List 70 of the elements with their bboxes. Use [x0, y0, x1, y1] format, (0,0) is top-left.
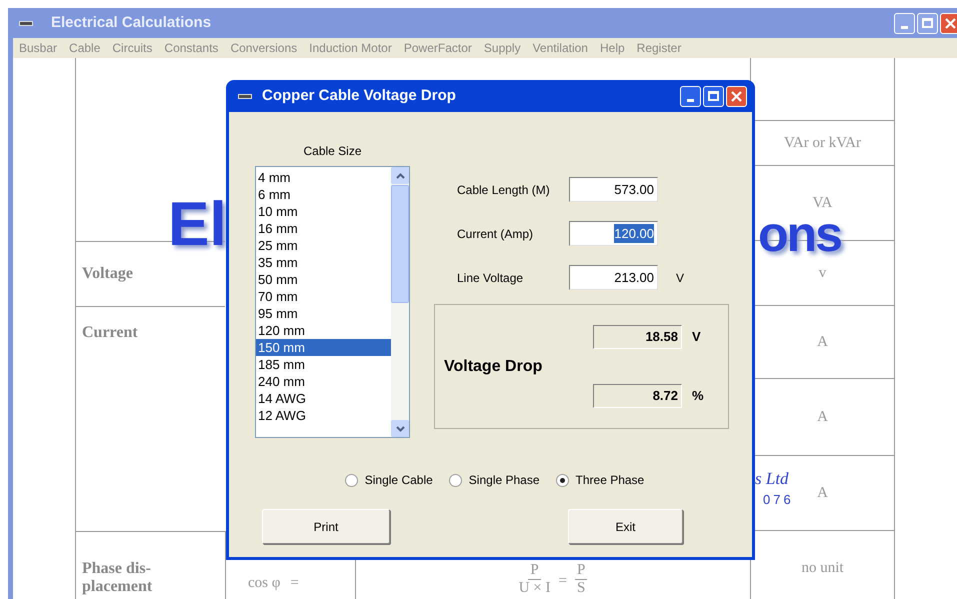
- list-item[interactable]: 185 mm: [256, 356, 391, 373]
- cable-size-list[interactable]: 4 mm 6 mm 10 mm 16 mm 25 mm 35 mm 50 mm 70 mm 95 mm 120 mm 150 mm 185 mm 240 mm 14 AWG 12 AWG: [255, 166, 410, 438]
- unit-cell-text: v: [818, 264, 826, 283]
- radio-button[interactable]: [344, 474, 358, 486]
- close-button[interactable]: [726, 86, 747, 106]
- window-title: Electrical Calculations: [51, 12, 212, 33]
- unit-cell-text: A: [817, 484, 828, 503]
- formula-equals: =: [290, 574, 299, 593]
- window-icon: [238, 94, 252, 98]
- output-field: 18.58: [593, 325, 682, 349]
- list-item[interactable]: 120 mm: [256, 322, 391, 339]
- dialog-title: Copper Cable Voltage Drop: [262, 86, 456, 106]
- maximize-button[interactable]: [703, 86, 724, 106]
- minimize-button[interactable]: [680, 86, 701, 106]
- unit-label: V: [692, 328, 701, 346]
- caret-down-icon: [396, 426, 404, 432]
- list-item[interactable]: 16 mm: [256, 220, 391, 237]
- list-item[interactable]: 6 mm: [256, 186, 391, 203]
- dialog-button[interactable]: Print: [262, 509, 390, 544]
- input-field[interactable]: 213.00: [569, 265, 658, 290]
- row-label: Phase dis- placement: [82, 560, 154, 596]
- list-item[interactable]: 35 mm: [256, 254, 391, 271]
- list-item[interactable]: 10 mm: [256, 203, 391, 220]
- field-label: Cable Length (M): [456, 182, 551, 198]
- radio-label: Three Phase: [576, 472, 644, 489]
- logo-text: El: [168, 194, 227, 256]
- caret-up-icon: [396, 172, 404, 178]
- output-field: 8.72: [593, 384, 682, 408]
- close-button[interactable]: [940, 12, 957, 34]
- list-item[interactable]: 12 AWG: [256, 407, 391, 424]
- list-item[interactable]: 150 mm: [256, 339, 391, 356]
- row-label: Current: [82, 324, 138, 341]
- unit-label: %: [692, 387, 704, 406]
- radio-label: Single Cable: [364, 472, 433, 489]
- company-name: s Ltd: [755, 468, 789, 490]
- formula-fraction: P S: [574, 562, 588, 597]
- window-icon: [19, 20, 33, 26]
- list-item[interactable]: 70 mm: [256, 288, 391, 305]
- unit-cell-text: no unit: [801, 559, 844, 578]
- close-icon: [945, 18, 956, 28]
- unit-cell-text: A: [817, 408, 828, 427]
- list-item[interactable]: 95 mm: [256, 305, 391, 322]
- close-icon: [731, 90, 742, 102]
- unit-label: V: [676, 270, 684, 286]
- list-item[interactable]: 50 mm: [256, 271, 391, 288]
- scroll-down-button[interactable]: [391, 420, 409, 437]
- list-item[interactable]: 25 mm: [256, 237, 391, 254]
- list-item[interactable]: 240 mm: [256, 373, 391, 390]
- formula-fraction: P U × I: [518, 562, 550, 597]
- list-item[interactable]: 4 mm: [256, 169, 391, 186]
- formula-symbol: cos φ: [248, 574, 280, 593]
- input-field[interactable]: 573.00: [569, 177, 658, 202]
- scroll-thumb[interactable]: [391, 185, 409, 303]
- unit-cell-text: A: [817, 332, 828, 352]
- field-label: Line Voltage: [456, 270, 524, 286]
- input-field[interactable]: 120.00: [569, 221, 658, 246]
- field-label: Current (Amp): [456, 226, 534, 242]
- radio-button[interactable]: [556, 474, 569, 486]
- dialog-button[interactable]: Exit: [568, 509, 683, 544]
- formula-equals: =: [558, 572, 567, 591]
- radio-button[interactable]: [448, 474, 462, 486]
- row-label: Voltage: [82, 264, 133, 284]
- radio-label: Single Phase: [468, 472, 540, 489]
- phone-number: 076: [763, 491, 794, 509]
- list-label: Cable Size: [303, 143, 362, 160]
- scrollbar[interactable]: [391, 167, 409, 437]
- list-item[interactable]: 14 AWG: [256, 390, 391, 407]
- unit-cell-text: VAr or kVAr: [784, 134, 861, 153]
- result-label: Voltage Drop: [444, 356, 544, 376]
- scroll-up-button[interactable]: [391, 167, 409, 184]
